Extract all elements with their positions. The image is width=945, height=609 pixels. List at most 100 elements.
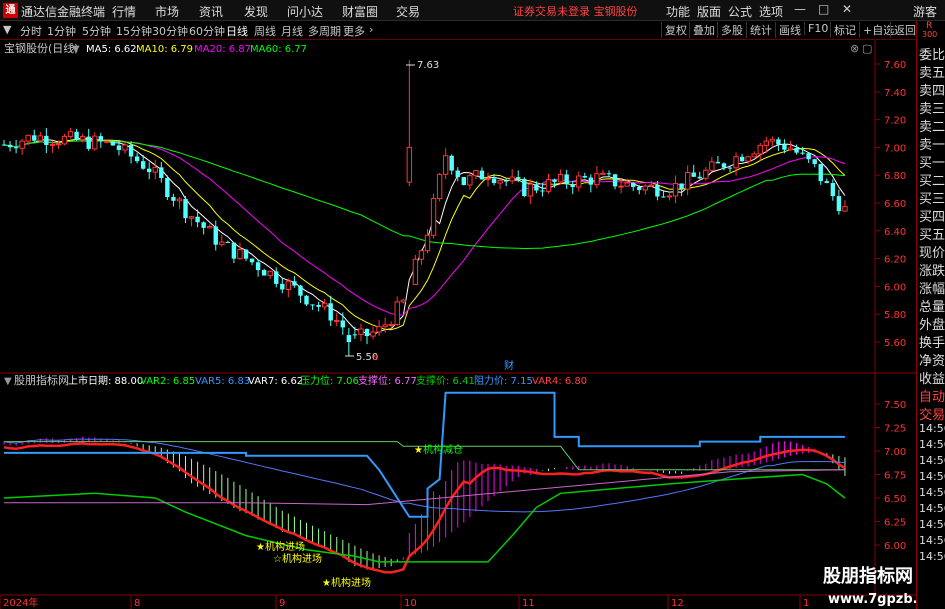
candle-body — [86, 136, 91, 149]
maximize-icon[interactable]: □ — [818, 2, 829, 16]
quote-sidebar: 委比 卖五 卖四 卖三 卖二 卖一 买一 买二 买三 买四 买五 现价 涨跌 涨幅 总量 外盘 换手 净资 收益 自动… — [916, 40, 945, 609]
sidebar-item[interactable]: 14:56 — [919, 454, 945, 467]
candle-body — [697, 176, 702, 179]
duogu-button[interactable]: 多股 — [717, 22, 746, 38]
candle-body — [243, 249, 249, 259]
candle-body — [806, 153, 811, 160]
candle-body — [147, 168, 152, 173]
candle-body — [516, 177, 521, 179]
sidebar-item[interactable]: 14:56 — [919, 534, 945, 547]
indicator-name: 股朋指标网 — [14, 373, 69, 387]
f10-button[interactable]: F10 — [804, 22, 831, 35]
menu-faxian[interactable]: 发现 — [244, 3, 268, 20]
sub-y-tick-label: 6.25 — [884, 518, 906, 529]
candle-body — [188, 216, 195, 219]
period-day[interactable]: 日线 — [226, 23, 248, 39]
candle-body — [824, 181, 829, 184]
y-tick-label: 7.60 — [884, 60, 906, 71]
candle-body — [98, 136, 103, 142]
period-month[interactable]: 月线 — [281, 23, 303, 39]
sub-y-tick-label: 6.50 — [884, 494, 906, 505]
menu-wenxiaoda[interactable]: 问小达 — [287, 3, 323, 20]
period-15min[interactable]: 15分钟 — [116, 23, 152, 39]
candle-body — [527, 183, 534, 197]
candle-body — [298, 285, 303, 296]
period-60min[interactable]: 60分钟 — [189, 23, 225, 39]
sidebar-item: 买三 — [919, 192, 945, 207]
sidebar-item[interactable]: 14:56 — [919, 422, 945, 435]
candle-body — [618, 185, 624, 188]
back-button[interactable]: 返回 — [890, 22, 919, 38]
menu-xuanxiang[interactable]: 选项 — [759, 3, 783, 20]
sidebar-item[interactable]: 14:56 — [919, 518, 945, 531]
chevron-right-icon[interactable]: › — [369, 23, 373, 36]
candle-body — [249, 258, 255, 263]
restore-icon[interactable]: ▢ — [862, 42, 872, 55]
menu-gongshi[interactable]: 公式 — [728, 3, 752, 20]
sidebar-item[interactable]: 14:56 — [919, 486, 945, 499]
candle-body — [733, 156, 739, 169]
chevron-down-icon[interactable]: ▼ — [4, 376, 12, 387]
period-5min[interactable]: 5分钟 — [82, 23, 111, 39]
candle-body — [624, 182, 630, 187]
login-warning[interactable]: 证券交易未登录 宝钢股份 — [513, 3, 638, 19]
candle-body — [358, 328, 364, 335]
sidebar-item[interactable]: 14:56 — [919, 470, 945, 483]
candle-body — [776, 139, 781, 145]
candle-body — [467, 175, 473, 186]
menu-caifuquan[interactable]: 财富圈 — [342, 3, 378, 20]
period-week[interactable]: 周线 — [254, 23, 276, 39]
biaoji-button[interactable]: 标记 — [830, 22, 859, 38]
menu-shichang[interactable]: 市场 — [155, 3, 179, 20]
fuquan-button[interactable]: 复权 — [661, 22, 690, 38]
candle-body — [588, 177, 594, 185]
period-more[interactable]: 更多 — [343, 23, 365, 39]
ma-legend-item: MA20: 6.87 — [194, 44, 251, 55]
chevron-down-icon[interactable]: ▼ — [72, 44, 80, 55]
sidebar-item[interactable]: 14:56 — [919, 550, 945, 563]
menu-gongneng[interactable]: 功能 — [666, 3, 690, 20]
candle-body — [274, 271, 279, 284]
stock-label: 宝钢股份(日线) — [4, 41, 79, 55]
candle-body — [183, 199, 188, 219]
kline-chart-area[interactable]: 宝钢股份(日线) ▼ MA5: 6.62 MA10: 6.79 MA20: 6.87… — [0, 40, 916, 609]
settings-circle-icon[interactable]: ⊗ — [850, 42, 859, 55]
minimize-icon[interactable]: — — [794, 2, 806, 16]
sidebar-item[interactable]: 14:56 — [919, 502, 945, 515]
period-30min[interactable]: 30分钟 — [152, 23, 188, 39]
candle-body — [110, 141, 116, 146]
sidebar-item[interactable]: 交易 — [919, 404, 945, 423]
sidebar-item: 涨跌 — [919, 264, 945, 279]
tongji-button[interactable]: 统计 — [746, 22, 775, 38]
candle-body — [67, 131, 74, 137]
candle-body — [352, 334, 358, 336]
period-multi[interactable]: 多周期 — [308, 23, 341, 39]
candle-body — [642, 185, 648, 191]
candle-body — [424, 234, 431, 252]
candle-body — [794, 148, 799, 153]
chevron-down-icon[interactable]: ▼ — [3, 23, 11, 36]
menu-jiaoyi[interactable]: 交易 — [396, 3, 420, 20]
candle-body — [255, 262, 261, 271]
close-icon[interactable]: ✕ — [842, 2, 852, 16]
sidebar-item: 外盘 — [919, 318, 945, 333]
huaxian-button[interactable]: 画线 — [775, 22, 804, 38]
candle-body — [782, 144, 787, 150]
candle-body — [231, 242, 237, 259]
y-tick-label: 6.00 — [884, 282, 906, 293]
app-logo-icon: 通 — [3, 3, 18, 18]
menu-zixun[interactable]: 资讯 — [199, 3, 223, 20]
period-toolbar: ▼ 分时 1分钟 5分钟 15分钟 30分钟 60分钟 日线 周线 月线 多周期… — [0, 21, 945, 40]
sidebar-item[interactable]: 自动 — [919, 386, 945, 405]
sub-y-tick-label: 7.50 — [884, 400, 906, 411]
diejia-button[interactable]: 叠加 — [689, 22, 718, 38]
sidebar-item[interactable]: 14:56 — [919, 438, 945, 451]
menu-banmian[interactable]: 版面 — [697, 3, 721, 20]
x-tick-label: 8 — [134, 598, 140, 609]
menu-hangqing[interactable]: 行情 — [112, 3, 136, 20]
sidebar-item: 买五 — [919, 228, 945, 243]
candle-body — [304, 295, 309, 305]
period-fenshi[interactable]: 分时 — [20, 23, 42, 39]
guest-button[interactable]: 游客 — [913, 3, 937, 20]
period-1min[interactable]: 1分钟 — [47, 23, 76, 39]
